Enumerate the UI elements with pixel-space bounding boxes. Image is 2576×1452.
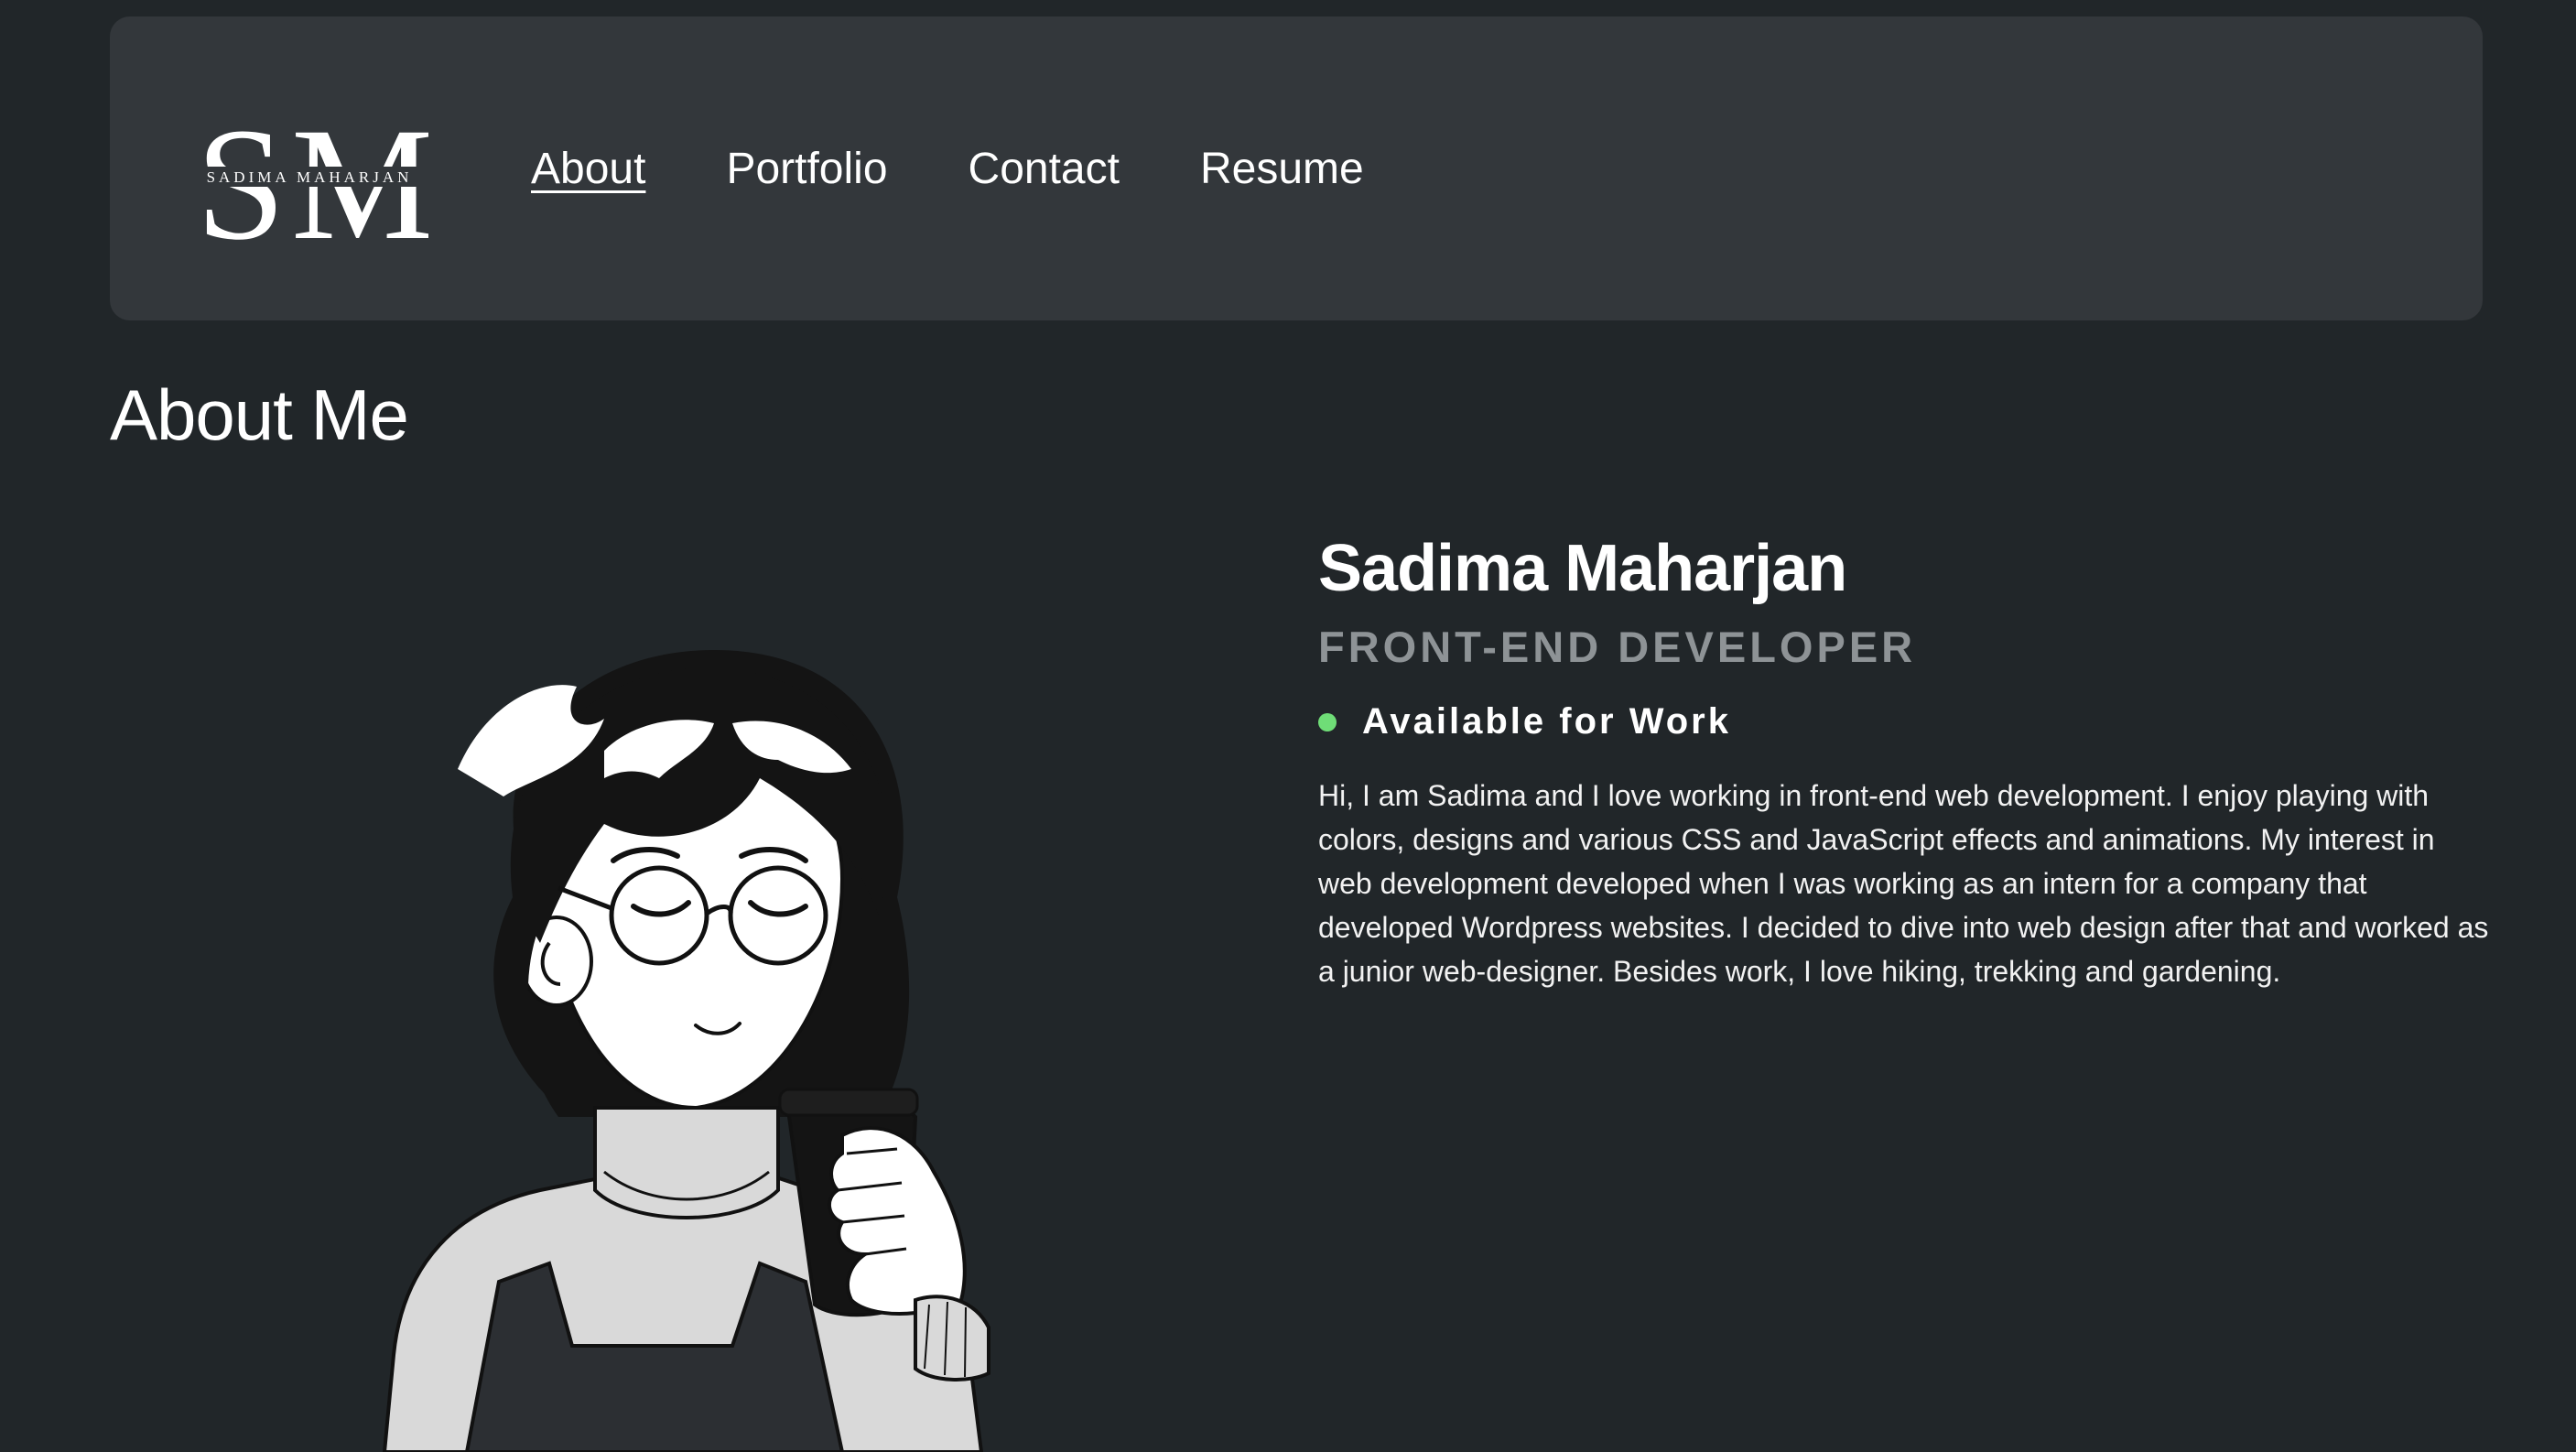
status-dot-icon bbox=[1318, 712, 1337, 731]
nav-link-contact[interactable]: Contact bbox=[969, 145, 1120, 193]
nav-item-portfolio: Portfolio bbox=[726, 144, 887, 194]
nav-item-contact: Contact bbox=[969, 144, 1120, 194]
profile-info: Sadima Maharjan FRONT-END DEVELOPER Avai… bbox=[1318, 531, 2490, 993]
profile-name: Sadima Maharjan bbox=[1318, 532, 1847, 605]
logo-monogram: S M SADIMA MAHARJAN bbox=[190, 95, 435, 274]
availability-text: Available for Work bbox=[1362, 701, 1731, 742]
nav-item-about: About bbox=[531, 144, 645, 194]
profile-role: FRONT-END DEVELOPER bbox=[1318, 622, 1917, 671]
girl-drinking-coffee-illustration bbox=[382, 650, 990, 1452]
site-header: S M SADIMA MAHARJAN About Portfolio Cont… bbox=[110, 16, 2483, 320]
nav-item-resume: Resume bbox=[1200, 144, 1364, 194]
section-title: About Me bbox=[110, 374, 409, 455]
main-nav: About Portfolio Contact Resume bbox=[531, 16, 1364, 320]
profile-illustration bbox=[330, 623, 1062, 1452]
nav-link-portfolio[interactable]: Portfolio bbox=[726, 145, 887, 193]
logo[interactable]: S M SADIMA MAHARJAN bbox=[190, 95, 435, 274]
availability-status: Available for Work bbox=[1318, 701, 2490, 742]
nav-link-about[interactable]: About bbox=[531, 145, 645, 193]
profile-bio: Hi, I am Sadima and I love working in fr… bbox=[1318, 779, 2489, 989]
page: S M SADIMA MAHARJAN About Portfolio Cont… bbox=[0, 0, 2576, 1452]
logo-subtitle: SADIMA MAHARJAN bbox=[207, 168, 413, 186]
nav-link-resume[interactable]: Resume bbox=[1200, 145, 1364, 193]
